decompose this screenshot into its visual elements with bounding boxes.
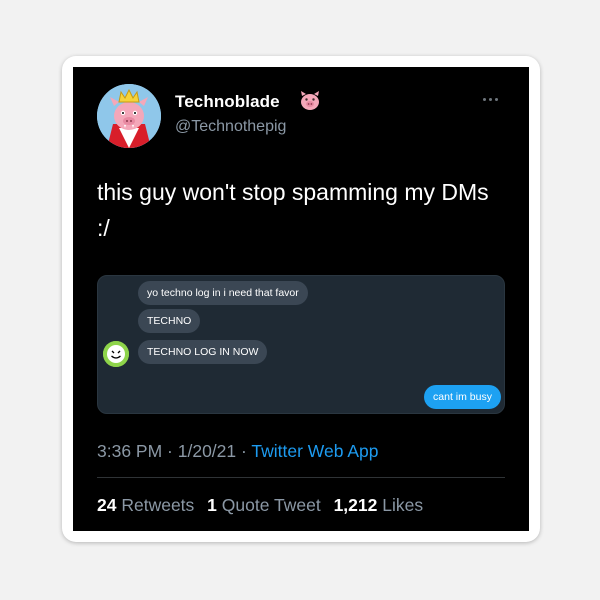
tweet-source-link[interactable]: Twitter Web App (251, 441, 378, 461)
retweets-stat[interactable]: 24 Retweets (97, 495, 194, 515)
tweet-date[interactable]: 1/20/21 (178, 441, 236, 461)
likes-label: Likes (382, 495, 424, 515)
likes-count: 1,212 (333, 495, 378, 515)
dm-screenshot-image[interactable]: yo techno log in i need that favor TECHN… (97, 275, 505, 414)
received-message-2: TECHNO (138, 309, 201, 333)
display-name[interactable]: Technoblade (175, 92, 280, 112)
retweets-count: 24 (97, 495, 117, 515)
tweet-time[interactable]: 3:36 PM (97, 441, 162, 461)
tweet-text: this guy won't stop spamming my DMs :/ (97, 179, 489, 241)
meta-separator: · (236, 441, 252, 461)
tweet-stats: 24 Retweets 1 Quote Tweet 1,212 Likes (97, 495, 431, 516)
sent-message: cant im busy (424, 385, 501, 409)
likes-stat[interactable]: 1,212 Likes (334, 495, 424, 515)
pig-with-crown-icon (97, 84, 161, 148)
user-handle[interactable]: @Technothepig (175, 118, 286, 136)
meta-separator: · (162, 441, 178, 461)
quote-label: Quote Tweet (221, 495, 321, 515)
tweet-card: Technoblade @Technothepig this guy won't… (73, 67, 529, 531)
smiley-face-avatar-icon (103, 341, 129, 367)
quote-tweets-stat[interactable]: 1 Quote Tweet (207, 495, 321, 515)
received-message-3: TECHNO LOG IN NOW (138, 340, 268, 364)
pig-face-emoji-icon (299, 91, 321, 111)
more-options-icon[interactable] (483, 95, 503, 103)
retweets-label: Retweets (121, 495, 195, 515)
divider (97, 477, 505, 478)
quote-count: 1 (207, 495, 217, 515)
received-message-1: yo techno log in i need that favor (138, 281, 308, 305)
avatar[interactable] (97, 84, 161, 148)
tweet-meta: 3:36 PM · 1/20/21 · Twitter Web App (97, 441, 379, 462)
